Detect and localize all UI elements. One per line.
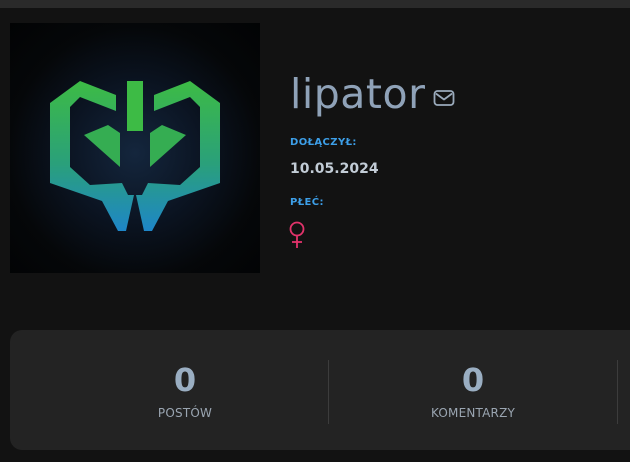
avatar [10, 23, 260, 273]
joined-date: 10.05.2024 [290, 161, 379, 177]
shield-logo-icon [50, 81, 220, 231]
mail-icon[interactable] [433, 89, 455, 107]
stat-posts: 0 POSTÓW [40, 330, 330, 450]
posts-label: POSTÓW [157, 406, 213, 420]
comments-count: 0 [461, 361, 485, 399]
username: lipator [290, 70, 426, 118]
joined-label: DOŁĄCZYŁ: [290, 137, 357, 148]
female-sign-icon [289, 221, 305, 248]
stats-card: 0 POSTÓW 0 KOMENTARZY [10, 330, 630, 450]
gender-label: PŁEĆ: [290, 197, 324, 208]
top-bar [0, 0, 630, 8]
posts-count: 0 [173, 361, 197, 399]
stats-divider [617, 360, 618, 424]
comments-label: KOMENTARZY [430, 406, 516, 420]
stat-comments: 0 KOMENTARZY [328, 330, 618, 450]
username-row: lipator [290, 68, 455, 120]
